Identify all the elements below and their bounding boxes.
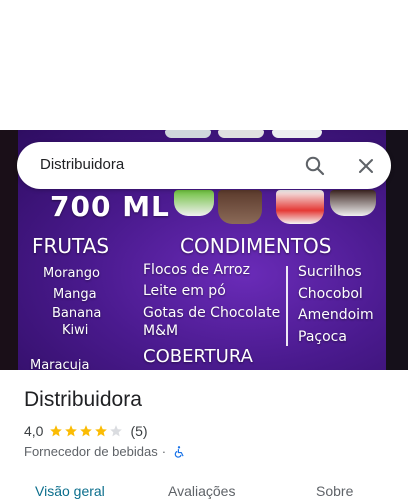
tab-reviews[interactable]: Avaliações: [168, 483, 235, 499]
cup-image: [218, 130, 264, 138]
menu-fruta-item: Banana: [52, 306, 102, 321]
star-filled-icon: [80, 425, 93, 437]
separator-dot: ·: [161, 444, 167, 459]
cup-image: [272, 130, 322, 138]
search-input[interactable]: Distribuidora: [40, 156, 124, 173]
place-info: Distribuidora: [24, 388, 408, 412]
tab-overview[interactable]: Visão geral: [35, 483, 105, 499]
menu-condimento-item: Paçoca: [298, 329, 347, 345]
cup-image: [174, 190, 214, 216]
menu-condimento-item: M&M: [143, 323, 179, 339]
menu-bottom-partial-text: Maracuja: [30, 358, 90, 370]
menu-column-divider: [286, 266, 288, 346]
search-icon[interactable]: [303, 154, 327, 178]
menu-condimento-item: Amendoim: [298, 307, 374, 323]
menu-condimento-item: Flocos de Arroz: [143, 262, 250, 278]
category-row: Fornecedor de bebidas ·: [24, 444, 186, 459]
place-name: Distribuidora: [24, 388, 142, 411]
rating-row[interactable]: 4,0 (5): [24, 423, 148, 439]
blank-header-area: [0, 0, 408, 130]
menu-cobertura-title: COBERTURA: [143, 346, 253, 367]
cup-image: [165, 130, 211, 138]
menu-condimento-item: Chocobol: [298, 286, 363, 302]
menu-condimento-item: Gotas de Chocolate: [143, 305, 281, 321]
place-tabs: Visão geral Avaliações Sobre: [0, 480, 408, 500]
menu-condimento-item: Leite em pó: [143, 283, 226, 299]
star-filled-icon: [50, 425, 63, 437]
review-count[interactable]: (5): [130, 423, 147, 439]
menu-fruta-item: Manga: [53, 287, 97, 302]
close-icon[interactable]: [354, 154, 378, 178]
menu-fruta-item: Kiwi: [62, 323, 89, 338]
menu-size-label: 700 ML: [50, 190, 170, 223]
star-filled-icon: [95, 425, 108, 437]
menu-condimento-item: Sucrilhos: [298, 264, 362, 280]
rating-value: 4,0: [24, 423, 44, 439]
place-category: Fornecedor de bebidas: [24, 444, 158, 459]
cup-image: [276, 190, 324, 224]
menu-condimentos-title: CONDIMENTOS: [180, 234, 332, 258]
photo-left-edge: [0, 130, 18, 370]
star-filled-icon: [65, 425, 78, 437]
star-empty-icon: [110, 425, 123, 437]
tab-about[interactable]: Sobre: [316, 483, 353, 499]
search-bar[interactable]: Distribuidora: [17, 142, 391, 189]
cup-image: [218, 190, 262, 224]
menu-frutas-title: FRUTAS: [32, 234, 110, 258]
star-rating: [49, 424, 124, 438]
menu-fruta-item: Morango: [43, 266, 100, 281]
wheelchair-accessible-icon: [174, 445, 184, 458]
cup-image: [330, 190, 376, 216]
